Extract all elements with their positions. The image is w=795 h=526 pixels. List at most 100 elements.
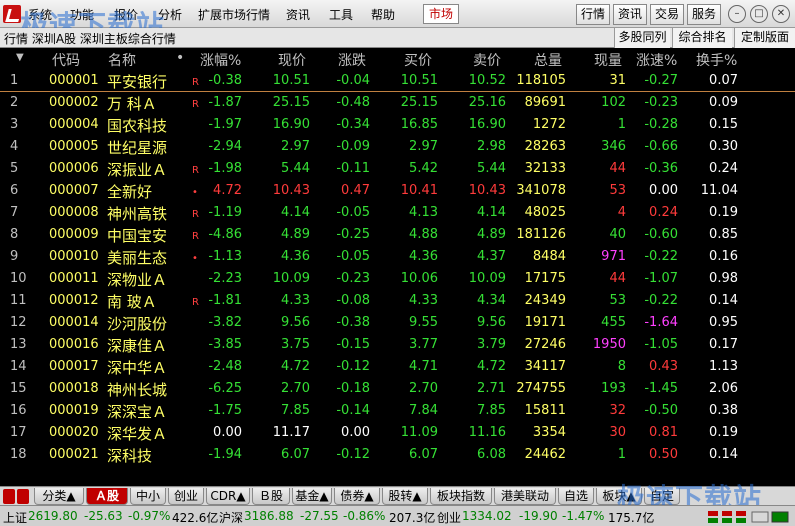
- menu-system[interactable]: 系统: [28, 6, 52, 23]
- ranking-button[interactable]: 综合排名: [672, 28, 732, 48]
- service-button[interactable]: 服务: [687, 4, 721, 25]
- table-row[interactable]: 8 000009 中国宝安 R -4.86 4.89 -0.25 4.88 4.89 181126…: [0, 224, 795, 246]
- table-row[interactable]: 13 000016 深康佳Ａ -3.85 3.75 -0.15 3.77 3.79 27246 1…: [0, 334, 795, 356]
- price-cell: 10.09: [272, 271, 310, 286]
- table-row[interactable]: 17 000020 深华发Ａ 0.00 11.17 0.00 11.09 11.16 3354 3…: [0, 422, 795, 444]
- tab-scroll-left-icon[interactable]: [3, 489, 15, 504]
- chg-cell: -0.15: [336, 337, 370, 352]
- tab-1[interactable]: Ａ股: [86, 488, 128, 505]
- menu-help[interactable]: 帮助: [371, 6, 395, 23]
- index-statusbar: 上证 2619.80 -25.63 -0.97% 422.6亿 沪深 3186.…: [0, 505, 795, 526]
- sort-arrow-icon[interactable]: ▼: [16, 52, 24, 63]
- speed-cell: 0.81: [649, 425, 678, 440]
- tab-2[interactable]: 中小: [130, 488, 166, 505]
- chg-pct-cell: -2.94: [208, 139, 242, 154]
- table-row[interactable]: 5 000006 深振业Ａ R -1.98 5.44 -0.11 5.42 5.44 32133 4…: [0, 158, 795, 180]
- tab-12[interactable]: 板块▲: [596, 488, 642, 505]
- sz-value[interactable]: 3186.88: [244, 509, 294, 523]
- col-price[interactable]: 现价: [278, 50, 306, 70]
- table-row[interactable]: 18 000021 深科技 -1.94 6.07 -0.12 6.07 6.08 24462 1 0…: [0, 444, 795, 466]
- table-row[interactable]: 9 000010 美丽生态 • -1.13 4.36 -0.05 4.36 4.37 8484 97…: [0, 246, 795, 268]
- code-cell: 000002: [49, 95, 99, 110]
- app-logo-icon[interactable]: [3, 5, 21, 23]
- table-row[interactable]: 3 000004 国农科技 -1.97 16.90 -0.34 16.85 16.90 1272…: [0, 114, 795, 136]
- tab-10[interactable]: 港美联动: [494, 488, 556, 505]
- col-ask[interactable]: 卖价: [473, 50, 501, 70]
- ask-cell: 16.90: [468, 117, 506, 132]
- col-current-vol[interactable]: 现量: [594, 50, 622, 70]
- tab-5[interactable]: Ｂ股: [252, 488, 290, 505]
- tab-7[interactable]: 债券▲: [334, 488, 380, 505]
- sh-value[interactable]: 2619.80: [28, 509, 78, 523]
- tab-8[interactable]: 股转▲: [382, 488, 428, 505]
- chg-pct-cell: -1.19: [208, 205, 242, 220]
- connection-status-icon[interactable]: [706, 509, 791, 525]
- table-row[interactable]: 11 000012 南 玻Ａ R -1.81 4.33 -0.08 4.33 4.34 24349…: [0, 290, 795, 312]
- menu-news[interactable]: 资讯: [286, 6, 310, 23]
- code-cell: 000009: [49, 227, 99, 242]
- tab-3[interactable]: 创业: [168, 488, 204, 505]
- table-row[interactable]: 6 000007 全新好 • 4.72 10.43 0.47 10.41 10.43 341078…: [0, 180, 795, 202]
- table-row[interactable]: 2 000002 万 科Ａ R -1.87 25.15 -0.48 25.15 25.16 896…: [0, 92, 795, 114]
- price-cell: 3.75: [281, 337, 310, 352]
- menu-function[interactable]: 功能: [70, 6, 94, 23]
- multi-stock-button[interactable]: 多股同列: [614, 28, 670, 48]
- trade-button[interactable]: 交易: [650, 4, 684, 25]
- flag-cell: R: [192, 77, 199, 88]
- menu-tools[interactable]: 工具: [329, 6, 353, 23]
- volume-cell: 118105: [516, 73, 566, 88]
- minimize-icon[interactable]: –: [728, 5, 746, 23]
- col-speed[interactable]: 涨速%: [636, 50, 677, 70]
- tab-4[interactable]: CDR▲: [206, 488, 250, 505]
- bid-cell: 10.41: [400, 183, 438, 198]
- tab-11[interactable]: 自选: [558, 488, 594, 505]
- row-index-cell: 4: [10, 139, 19, 154]
- table-row[interactable]: 12 000014 沙河股份 -3.82 9.56 -0.38 9.55 9.56 19171 4…: [0, 312, 795, 334]
- current-vol-cell: 4: [617, 205, 626, 220]
- col-bid[interactable]: 买价: [404, 50, 432, 70]
- table-row[interactable]: 4 000005 世纪星源 -2.94 2.97 -0.09 2.97 2.98 28263 34…: [0, 136, 795, 158]
- col-chg[interactable]: 涨跌: [338, 50, 366, 70]
- col-volume[interactable]: 总量: [534, 50, 562, 70]
- table-row[interactable]: 15 000018 神州长城 -6.25 2.70 -0.18 2.70 2.71 274755…: [0, 378, 795, 400]
- ask-cell: 4.89: [477, 227, 506, 242]
- tab-scroll-right-icon[interactable]: [17, 489, 29, 504]
- row-index-cell: 16: [10, 403, 27, 418]
- row-index-cell: 1: [10, 73, 19, 88]
- col-flag[interactable]: •: [176, 50, 184, 66]
- col-turnover[interactable]: 换手%: [696, 50, 737, 70]
- tab-13[interactable]: 自定: [644, 488, 680, 505]
- col-name[interactable]: 名称: [108, 50, 136, 70]
- volume-cell: 15811: [524, 403, 566, 418]
- table-row[interactable]: 14 000017 深中华Ａ -2.48 4.72 -0.12 4.71 4.72 34117 8…: [0, 356, 795, 378]
- speed-cell: -0.50: [644, 403, 678, 418]
- news-button[interactable]: 资讯: [613, 4, 647, 25]
- restore-icon[interactable]: □: [750, 5, 768, 23]
- chg-cell: -0.38: [336, 315, 370, 330]
- table-row[interactable]: 10 000011 深物业Ａ -2.23 10.09 -0.23 10.06 10.09 171…: [0, 268, 795, 290]
- custom-layout-button[interactable]: 定制版面: [734, 28, 795, 48]
- menu-analysis[interactable]: 分析: [158, 6, 182, 23]
- row-index-cell: 6: [10, 183, 19, 198]
- col-chg-pct[interactable]: 涨幅%: [200, 50, 241, 70]
- col-code[interactable]: 代码: [52, 50, 80, 70]
- tab-0[interactable]: 分类▲: [34, 488, 84, 505]
- chg-pct-cell: 4.72: [213, 183, 242, 198]
- cy-value[interactable]: 1334.02: [462, 509, 512, 523]
- table-row[interactable]: 16 000019 深深宝Ａ -1.75 7.85 -0.14 7.84 7.85 15811 3…: [0, 400, 795, 422]
- menu-market[interactable]: 市场: [423, 4, 459, 24]
- table-row[interactable]: 1 000001 平安银行 R -0.38 10.51 -0.04 10.51 10.52 118…: [0, 70, 795, 92]
- quote-button[interactable]: 行情: [576, 4, 610, 25]
- flag-cell: R: [192, 297, 199, 308]
- sz-label: 沪深: [219, 511, 244, 525]
- volume-cell: 32133: [524, 161, 566, 176]
- menu-extended-market[interactable]: 扩展市场行情: [198, 6, 270, 23]
- tab-6[interactable]: 基金▲: [292, 488, 332, 505]
- table-row[interactable]: 7 000008 神州高铁 R -1.19 4.14 -0.05 4.13 4.14 48025 4…: [0, 202, 795, 224]
- bid-cell: 4.36: [409, 249, 438, 264]
- bid-cell: 4.71: [409, 359, 438, 374]
- close-icon[interactable]: ✕: [772, 5, 790, 23]
- name-cell: 深物业Ａ: [107, 271, 168, 289]
- menu-quote[interactable]: 报价: [114, 6, 138, 23]
- tab-9[interactable]: 板块指数: [430, 488, 492, 505]
